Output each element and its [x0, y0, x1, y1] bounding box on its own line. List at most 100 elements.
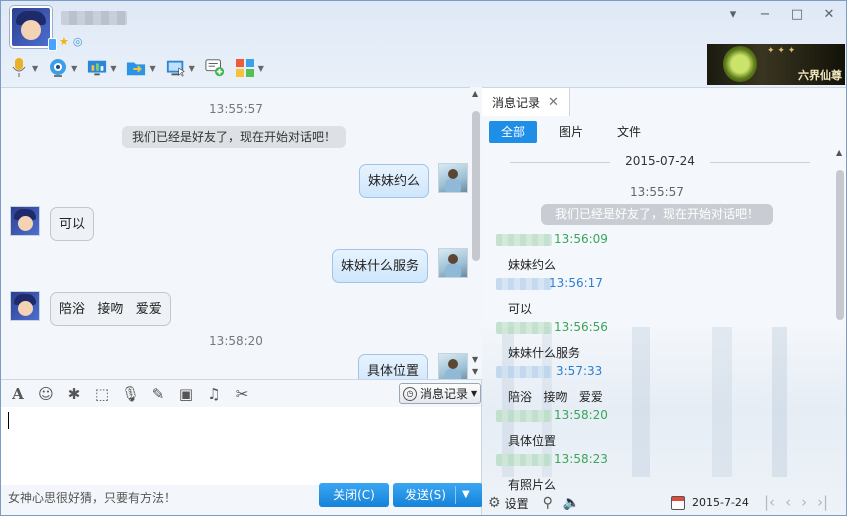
- chat-window: ★ ◎ ▾ − □ ✕ ▼ ▼ ▼ ▼ ▼ ▼ ✦ ✦ ✦ 六界仙尊 13:55…: [0, 0, 847, 516]
- screen-share-icon: [87, 58, 107, 78]
- chat-scrollbar[interactable]: ▲ ▼ ▼: [470, 87, 482, 379]
- history-system-message: 我们已经是好友了，现在开始对话吧！: [541, 204, 774, 225]
- voice-call-button[interactable]: ▼: [7, 55, 40, 81]
- maximize-button[interactable]: □: [788, 7, 806, 22]
- emoji-icon[interactable]: ☺: [37, 385, 55, 403]
- message-input[interactable]: [1, 407, 482, 485]
- filter-images[interactable]: 图片: [547, 121, 595, 143]
- title-bar: ★ ◎ ▾ − □ ✕ ▼ ▼ ▼ ▼ ▼ ▼ ✦ ✦ ✦ 六界仙尊: [1, 1, 846, 87]
- history-message: 具体位置: [508, 434, 557, 448]
- voice-message-icon[interactable]: 🎙: [121, 385, 140, 403]
- message-bubble-received[interactable]: 陪浴 接吻 爱爱: [50, 292, 171, 326]
- game-ad-banner[interactable]: ✦ ✦ ✦ 六界仙尊: [707, 44, 845, 85]
- sender-name-blurred: [496, 278, 552, 290]
- history-filter: 全部 图片 文件: [489, 121, 653, 143]
- message-history-label: 消息记录: [420, 387, 469, 401]
- calendar-icon[interactable]: [671, 496, 685, 510]
- sender-name-blurred: [496, 410, 552, 422]
- filter-all[interactable]: 全部: [489, 121, 538, 143]
- my-avatar[interactable]: [438, 353, 468, 379]
- settings-label[interactable]: 设置: [505, 495, 529, 512]
- video-call-button[interactable]: ▼: [46, 55, 79, 81]
- remote-assist-button[interactable]: ▼: [164, 55, 197, 81]
- create-discussion-button[interactable]: [203, 55, 227, 81]
- history-message: 可以: [508, 302, 533, 316]
- history-message: 陪浴 接吻 爱爱: [508, 390, 603, 404]
- scrollbar-thumb[interactable]: [836, 170, 844, 320]
- scroll-up-icon[interactable]: ▲: [836, 148, 842, 157]
- contact-avatar-small[interactable]: [10, 206, 40, 236]
- scissors-icon[interactable]: ✂: [233, 385, 251, 403]
- sender-name-blurred: [496, 234, 552, 246]
- tab-message-history[interactable]: 消息记录 ✕: [482, 88, 570, 116]
- add-chat-icon: [205, 58, 225, 78]
- apps-button[interactable]: ▼: [233, 55, 266, 81]
- history-time: 13:56:09: [554, 232, 608, 246]
- message-history-button[interactable]: ◷ 消息记录 ▼: [399, 383, 481, 404]
- tip-text[interactable]: 女神心思很好猜，只要有方法！: [8, 489, 176, 506]
- share-screen-button[interactable]: ▼: [85, 55, 118, 81]
- message-bubble-sent[interactable]: 妹妹什么服务: [332, 249, 429, 283]
- send-file-button[interactable]: ▼: [124, 55, 157, 81]
- my-avatar[interactable]: [438, 163, 468, 193]
- mobile-online-icon: [48, 38, 57, 51]
- message-bubble-sent[interactable]: 具体位置: [358, 354, 429, 379]
- webcam-icon: [48, 58, 68, 78]
- star-icon[interactable]: ★: [59, 35, 69, 48]
- my-avatar[interactable]: [438, 248, 468, 278]
- close-icon[interactable]: ✕: [548, 95, 559, 110]
- tab-label: 消息记录: [492, 95, 541, 110]
- edit-icon[interactable]: ✎: [149, 385, 167, 403]
- close-window-button[interactable]: ✕: [820, 7, 838, 22]
- qzone-icon[interactable]: ◎: [73, 35, 83, 48]
- scroll-down-icon[interactable]: ▼: [472, 355, 478, 364]
- speaker-icon[interactable]: 🔈: [563, 495, 580, 511]
- chat-message-area: 13:55:57 我们已经是好友了，现在开始对话吧！ 妹妹约么 可以 妹妹什么服…: [1, 87, 482, 379]
- clock-icon: ◷: [403, 386, 417, 401]
- window-controls: ▾ − □ ✕: [724, 7, 838, 22]
- ad-title: 六界仙尊: [798, 69, 842, 82]
- date-field[interactable]: 2015-7-24: [692, 496, 749, 509]
- timestamp: 13:58:20: [209, 334, 263, 348]
- contact-nickname-blurred: [61, 11, 127, 25]
- filter-files[interactable]: 文件: [605, 121, 653, 143]
- first-page-icon[interactable]: |‹: [764, 493, 775, 511]
- remote-desktop-icon: [166, 58, 186, 78]
- history-date: 2015-07-24: [500, 154, 820, 168]
- prev-page-icon[interactable]: ‹: [785, 493, 791, 511]
- contact-avatar-small[interactable]: [10, 291, 40, 321]
- scroll-end-icon[interactable]: ▼: [472, 367, 478, 376]
- message-bubble-sent[interactable]: 妹妹约么: [359, 164, 430, 198]
- history-time: 13:58:23: [554, 452, 608, 466]
- input-footer: 女神心思很好猜，只要有方法！ 关闭(C) 发送(S) ▼: [1, 483, 483, 515]
- close-button[interactable]: 关闭(C): [319, 483, 389, 507]
- history-pagination: |‹ ‹ › ›|: [764, 493, 828, 511]
- send-label: 发送(S): [405, 488, 446, 502]
- status-icons: ★ ◎: [59, 35, 82, 48]
- font-icon[interactable]: A: [9, 385, 27, 403]
- nudge-icon[interactable]: ✱: [65, 385, 83, 403]
- history-time: 13:58:20: [554, 408, 608, 422]
- send-options-icon[interactable]: ▼: [462, 483, 470, 507]
- scrollbar-thumb[interactable]: [472, 111, 480, 261]
- history-panel: 消息记录 ✕ 全部 图片 文件 2015-07-24 13:55:57 我们已经…: [482, 87, 846, 515]
- menu-dropdown-icon[interactable]: ▾: [724, 7, 742, 22]
- folder-icon: [126, 58, 146, 78]
- contact-avatar[interactable]: [10, 6, 57, 51]
- last-page-icon[interactable]: ›|: [817, 493, 828, 511]
- timestamp: 13:55:57: [209, 102, 263, 116]
- send-button[interactable]: 发送(S) ▼: [393, 483, 483, 507]
- history-scrollbar[interactable]: ▲: [834, 146, 846, 486]
- apps-grid-icon: [235, 58, 255, 78]
- chevron-down-icon: ▼: [471, 389, 478, 398]
- screenshot-icon[interactable]: ⬚: [93, 385, 111, 403]
- message-bubble-received[interactable]: 可以: [50, 207, 95, 241]
- image-icon[interactable]: ▣: [177, 385, 195, 403]
- next-page-icon[interactable]: ›: [801, 493, 807, 511]
- search-icon[interactable]: ⚲: [543, 495, 553, 511]
- scroll-up-icon[interactable]: ▲: [472, 89, 478, 98]
- minimize-button[interactable]: −: [756, 7, 774, 22]
- game-emblem-icon: [723, 46, 757, 82]
- music-icon[interactable]: ♫: [205, 385, 223, 403]
- gear-icon[interactable]: ⚙: [488, 495, 501, 511]
